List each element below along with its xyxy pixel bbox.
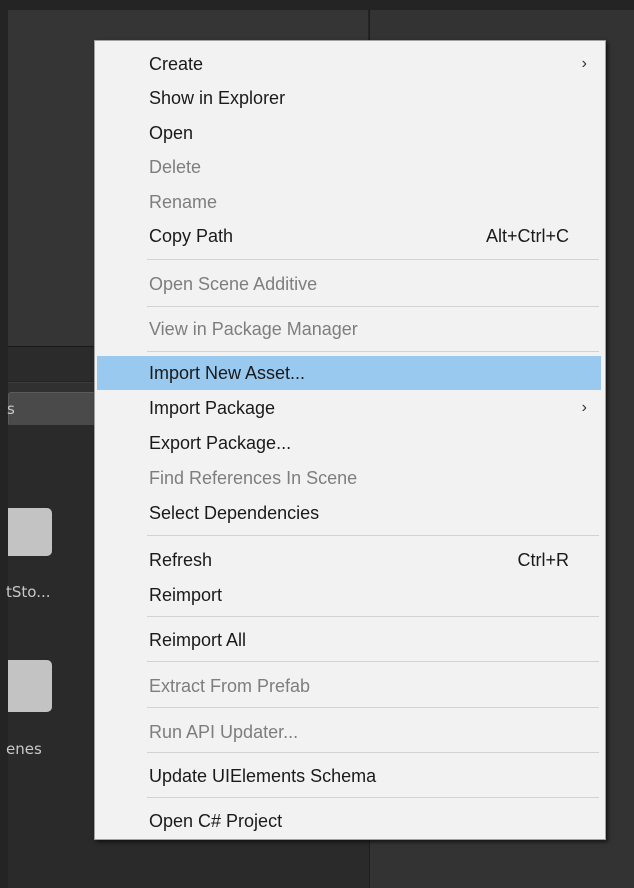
menu-item-import-package[interactable]: Import Package ›: [97, 391, 601, 425]
submenu-arrow-icon: ›: [581, 399, 587, 416]
menu-item-label: Create: [149, 54, 204, 74]
menu-separator: [147, 535, 599, 536]
menu-separator: [147, 661, 599, 662]
menu-item-label: Reimport All: [149, 630, 247, 650]
menu-item-label: Refresh: [149, 550, 213, 570]
menu-item-open-scene-additive: Open Scene Additive: [97, 267, 601, 301]
menu-item-label: Open Scene Additive: [149, 274, 318, 294]
menu-item-open[interactable]: Open: [97, 116, 601, 150]
menu-item-view-in-package-manager: View in Package Manager: [97, 312, 601, 346]
assets-breadcrumb-tab[interactable]: s: [7, 392, 100, 426]
menu-item-label: Find References In Scene: [149, 468, 358, 488]
menu-separator: [147, 259, 599, 260]
menu-item-extract-from-prefab: Extract From Prefab: [97, 669, 601, 703]
menu-separator: [147, 797, 599, 798]
menu-item-import-new-asset[interactable]: Import New Asset...: [97, 356, 601, 390]
menu-item-create[interactable]: Create ›: [97, 47, 601, 81]
menu-item-export-package[interactable]: Export Package...: [97, 426, 601, 460]
menu-item-label: Show in Explorer: [149, 88, 286, 108]
menu-item-rename: Rename: [97, 185, 601, 219]
menu-item-label: Delete: [149, 157, 202, 177]
menu-item-label: Select Dependencies: [149, 503, 320, 523]
folder-label: enes: [6, 740, 42, 758]
menu-separator: [147, 752, 599, 753]
menu-separator: [147, 306, 599, 307]
menu-item-shortcut: Alt+Ctrl+C: [485, 226, 569, 246]
menu-item-delete: Delete: [97, 150, 601, 184]
menu-item-label: View in Package Manager: [149, 319, 358, 339]
menu-item-label: Run API Updater...: [149, 722, 299, 742]
folder-icon[interactable]: [8, 660, 52, 712]
menu-item-reimport-all[interactable]: Reimport All: [97, 623, 601, 657]
context-menu: Create › Show in Explorer Open Delete Re…: [94, 40, 606, 840]
menu-item-label: Update UIElements Schema: [149, 766, 377, 786]
submenu-arrow-icon: ›: [581, 55, 587, 72]
folder-icon[interactable]: [8, 508, 52, 556]
folder-label: tSto...: [6, 583, 51, 601]
menu-item-reimport[interactable]: Reimport: [97, 578, 601, 612]
menu-item-run-api-updater: Run API Updater...: [97, 715, 601, 749]
assets-breadcrumb-label: s: [7, 400, 15, 418]
menu-item-label: Copy Path: [149, 226, 234, 246]
menu-item-label: Open: [149, 123, 194, 143]
menu-item-shortcut: Ctrl+R: [517, 550, 569, 570]
menu-item-label: Reimport: [149, 585, 223, 605]
menu-item-update-uielements-schema[interactable]: Update UIElements Schema: [97, 759, 601, 793]
menu-item-label: Import New Asset...: [149, 363, 306, 383]
menu-item-show-in-explorer[interactable]: Show in Explorer: [97, 81, 601, 115]
menu-separator: [147, 616, 599, 617]
menu-item-label: Import Package: [149, 398, 276, 418]
menu-item-label: Export Package...: [149, 433, 292, 453]
menu-item-open-csharp-project[interactable]: Open C# Project: [97, 804, 601, 838]
menu-item-select-dependencies[interactable]: Select Dependencies: [97, 496, 601, 530]
menu-item-copy-path[interactable]: Copy Path Alt+Ctrl+C: [97, 219, 601, 253]
menu-item-label: Rename: [149, 192, 218, 212]
menu-separator: [147, 707, 599, 708]
menu-item-refresh[interactable]: Refresh Ctrl+R: [97, 543, 601, 577]
menu-item-find-references: Find References In Scene: [97, 461, 601, 495]
menu-item-label: Open C# Project: [149, 811, 283, 831]
menu-item-label: Extract From Prefab: [149, 676, 311, 696]
menu-separator: [147, 351, 599, 352]
